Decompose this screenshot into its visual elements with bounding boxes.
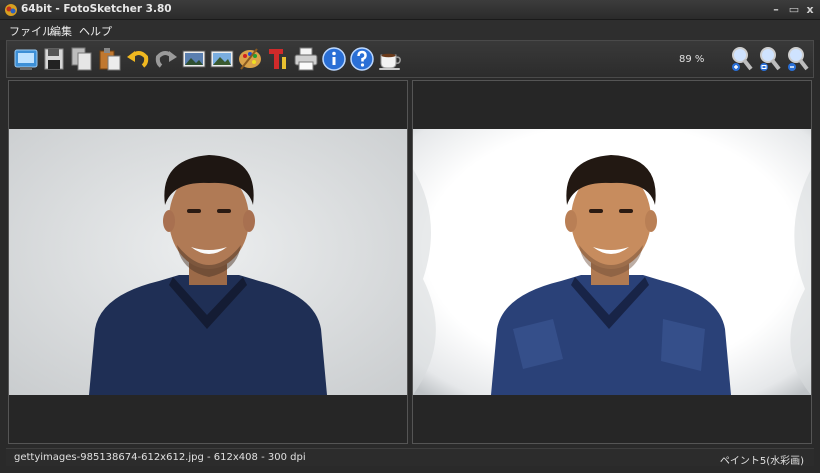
info-button[interactable]: [321, 45, 347, 73]
original-image-icon: [182, 50, 206, 68]
coffee-donate-icon: [379, 53, 401, 70]
menu-file[interactable]: ファイル: [9, 23, 53, 39]
zoom-fit-icon: [760, 47, 781, 71]
open-image-icon: [14, 49, 38, 70]
menu-bar: ファイル 編集 ヘルプ: [0, 20, 820, 40]
title-bar: 64bit - FotoSketcher 3.80 – ▭ x: [0, 0, 820, 20]
landscape-image-button[interactable]: [209, 45, 235, 73]
app-logo-icon: [5, 4, 17, 16]
status-bar: gettyimages-985138674-612x612.jpg - 612x…: [6, 448, 814, 467]
sketch-result-panel[interactable]: [412, 80, 812, 444]
file-info: gettyimages-985138674-612x612.jpg - 612x…: [14, 452, 306, 463]
zoom-out-button[interactable]: [785, 45, 811, 73]
window-title: 64bit - FotoSketcher 3.80: [21, 3, 172, 15]
print-button[interactable]: [293, 45, 319, 73]
paint-palette-icon: [239, 48, 261, 70]
maximize-button[interactable]: ▭: [786, 2, 802, 18]
print-icon: [294, 47, 318, 71]
close-button[interactable]: x: [802, 2, 818, 18]
redo-icon: [155, 51, 177, 68]
zoom-out-icon: [788, 47, 809, 71]
original-image-button[interactable]: [181, 45, 207, 73]
menu-help[interactable]: ヘルプ: [79, 23, 112, 39]
toolbar: 89 %: [6, 40, 814, 78]
info-icon: [322, 47, 346, 71]
minimize-button[interactable]: –: [768, 2, 784, 18]
save-icon: [44, 48, 64, 70]
help-button[interactable]: [349, 45, 375, 73]
zoom-fit-button[interactable]: [757, 45, 783, 73]
menu-edit[interactable]: 編集: [50, 23, 72, 39]
copy-icon: [71, 47, 92, 71]
save-button[interactable]: [41, 45, 67, 73]
help-icon: [350, 47, 374, 71]
undo-icon: [127, 51, 149, 68]
original-image-panel[interactable]: [8, 80, 408, 444]
text-tool-button[interactable]: [265, 45, 291, 73]
zoom-in-icon: [732, 47, 753, 71]
undo-button[interactable]: [125, 45, 151, 73]
landscape-image-icon: [210, 50, 234, 68]
zoom-level: 89 %: [679, 54, 705, 65]
paste-icon: [99, 48, 121, 71]
paste-button[interactable]: [97, 45, 123, 73]
original-photo: [9, 129, 407, 395]
paint-palette-button[interactable]: [237, 45, 263, 73]
zoom-in-button[interactable]: [729, 45, 755, 73]
sketch-photo: [413, 129, 811, 395]
open-image-button[interactable]: [13, 45, 39, 73]
original-portrait-image: [9, 129, 407, 395]
coffee-donate-button[interactable]: [377, 45, 403, 73]
copy-button[interactable]: [69, 45, 95, 73]
redo-button[interactable]: [153, 45, 179, 73]
watercolor-portrait-image: [413, 129, 811, 395]
effect-name: ペイント5(水彩画): [719, 456, 804, 467]
text-tool-icon: [269, 49, 286, 69]
